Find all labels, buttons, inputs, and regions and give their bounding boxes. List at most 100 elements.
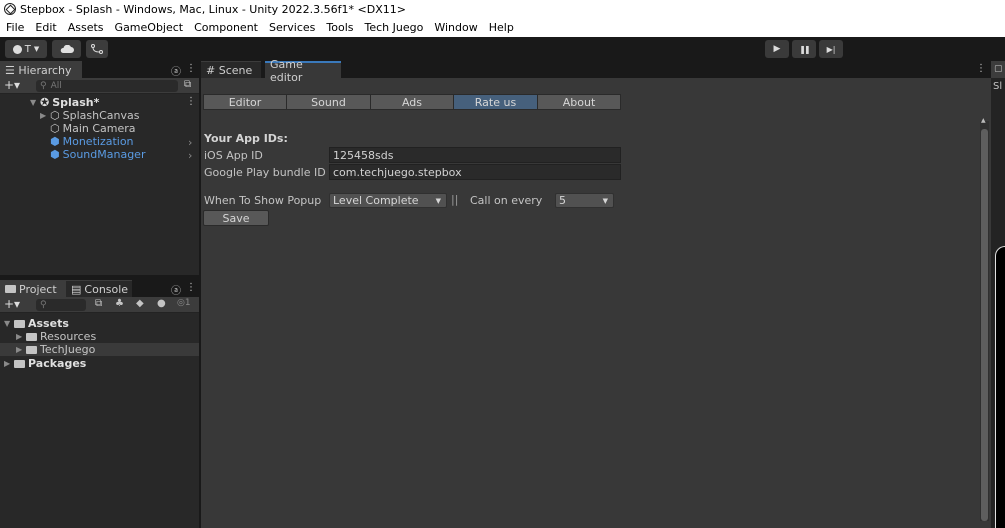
separator: || xyxy=(451,193,459,206)
account-label: T xyxy=(24,43,31,55)
menu-tech-juego[interactable]: Tech Juego xyxy=(365,21,424,34)
segment-editor-button[interactable]: Editor xyxy=(203,94,287,110)
folder-icon xyxy=(5,285,16,293)
google-play-bundle-id-value: com.techjuego.stepbox xyxy=(333,165,462,179)
tab-console[interactable]: ▤ Console xyxy=(66,280,132,297)
popup-timing-value: Level Complete xyxy=(333,194,419,207)
right-panel-edge: ▢ Sl xyxy=(991,61,1005,528)
tab-hierarchy[interactable]: ☰ Hierarchy xyxy=(0,61,82,78)
menu-bar: File Edit Assets GameObject Component Se… xyxy=(0,18,1005,37)
save-button[interactable]: Save xyxy=(203,210,269,226)
hierarchy-item-label: Main Camera xyxy=(62,122,136,135)
chevron-down-icon: ▼ xyxy=(33,45,40,53)
hierarchy-item-main-camera[interactable]: ⬡ Main Camera xyxy=(50,122,136,135)
google-play-bundle-id-field[interactable]: com.techjuego.stepbox xyxy=(329,164,621,180)
account-button[interactable]: T ▼ xyxy=(5,40,47,58)
filter-label-icon[interactable]: ♣ xyxy=(115,298,124,309)
popup-timing-dropdown[interactable]: Level Complete ▼ xyxy=(329,193,447,208)
hierarchy-item-label: SplashCanvas xyxy=(62,109,140,122)
hierarchy-item-soundmanager[interactable]: ⬢ SoundManager xyxy=(50,148,145,161)
more-options-icon[interactable]: ⋮ xyxy=(976,63,986,74)
step-button[interactable]: ▶| xyxy=(819,40,843,58)
segment-label: Ads xyxy=(401,95,423,109)
segment-sound-button[interactable]: Sound xyxy=(286,94,371,110)
menu-file[interactable]: File xyxy=(6,21,24,34)
project-toolbar: +▾ ⚲ ⧉ ♣ ◆ ● ◎1 xyxy=(0,297,199,313)
cloud-button[interactable] xyxy=(52,40,81,58)
expand-arrow-icon[interactable]: ▼ xyxy=(30,98,40,107)
ios-app-id-value: 125458sds xyxy=(333,148,394,162)
window-title: Stepbox - Splash - Windows, Mac, Linux -… xyxy=(20,2,406,16)
more-options-icon[interactable]: ⋮ xyxy=(186,63,196,74)
segment-ads-button[interactable]: Ads xyxy=(370,94,454,110)
cloud-icon xyxy=(60,44,74,53)
warning-icon[interactable]: ● xyxy=(157,298,166,309)
collapse-arrow-icon[interactable]: ▶ xyxy=(16,332,26,341)
scene-root-item[interactable]: ▼ ✪ Splash* xyxy=(30,96,99,109)
menu-window[interactable]: Window xyxy=(434,21,477,34)
prefab-cube-icon: ⬢ xyxy=(50,148,60,161)
folder-open-icon xyxy=(14,319,25,328)
editor-scrollbar[interactable]: ▲ xyxy=(980,117,989,521)
menu-help[interactable]: Help xyxy=(489,21,514,34)
project-item-label: Assets xyxy=(28,317,69,330)
pause-button[interactable]: ❚❚ xyxy=(792,40,816,58)
menu-gameobject[interactable]: GameObject xyxy=(115,21,184,34)
scene-options-icon[interactable]: ⋮ xyxy=(186,96,196,107)
tab-scene[interactable]: # Scene xyxy=(201,61,261,78)
ios-app-id-label: iOS App ID xyxy=(204,149,263,162)
filter-type-icon[interactable]: ⧉ xyxy=(95,298,102,309)
lock-icon[interactable]: ⓐ xyxy=(171,282,181,297)
collapse-arrow-icon[interactable]: ▶ xyxy=(40,111,50,120)
right-panel-tab[interactable]: ▢ xyxy=(991,61,1005,78)
hierarchy-item-label: SoundManager xyxy=(62,148,146,161)
tab-project[interactable]: Project xyxy=(0,280,66,297)
project-item-resources[interactable]: ▶ Resources xyxy=(16,330,96,343)
chevron-down-icon: ▼ xyxy=(435,196,441,205)
segment-rate-us-button[interactable]: Rate us xyxy=(453,94,538,110)
play-button[interactable]: ▶ xyxy=(765,40,789,58)
project-item-techjuego[interactable]: ▶ TechJuego xyxy=(0,343,199,356)
scene-visibility-icon[interactable]: ⧉ xyxy=(184,79,191,90)
project-item-assets[interactable]: ▼ Assets xyxy=(4,317,69,330)
hierarchy-search-input[interactable]: ⚲ All xyxy=(36,80,178,92)
add-icon[interactable]: +▾ xyxy=(4,78,20,92)
call-frequency-value: 5 xyxy=(559,194,566,207)
project-item-packages[interactable]: ▶ Packages xyxy=(4,357,86,370)
expand-arrow-icon[interactable]: ▼ xyxy=(4,319,14,328)
call-frequency-dropdown[interactable]: 5 ▼ xyxy=(555,193,614,208)
chevron-right-icon[interactable]: › xyxy=(188,136,192,149)
scroll-up-icon[interactable]: ▲ xyxy=(981,117,986,124)
segment-about-button[interactable]: About xyxy=(537,94,621,110)
more-options-icon[interactable]: ⋮ xyxy=(186,282,196,293)
project-search-input[interactable]: ⚲ xyxy=(36,299,86,311)
tab-game-editor[interactable]: Game editor xyxy=(265,58,341,84)
segment-label: Sound xyxy=(311,95,346,109)
hidden-count-icon[interactable]: ◎1 xyxy=(177,298,191,308)
project-item-label: Packages xyxy=(28,357,87,370)
menu-assets[interactable]: Assets xyxy=(68,21,104,34)
menu-component[interactable]: Component xyxy=(194,21,258,34)
folder-icon xyxy=(14,359,25,368)
hierarchy-item-monetization[interactable]: ⬢ Monetization xyxy=(50,135,134,148)
lock-icon[interactable]: ⓐ xyxy=(171,63,181,78)
segment-label: Rate us xyxy=(474,95,517,109)
add-icon[interactable]: +▾ xyxy=(4,297,20,311)
hierarchy-item-label: Monetization xyxy=(62,135,134,148)
hierarchy-item-splashcanvas[interactable]: ▶ ⬡ SplashCanvas xyxy=(40,109,139,122)
ios-app-id-field[interactable]: 125458sds xyxy=(329,147,621,163)
section-title: Your App IDs: xyxy=(204,132,288,145)
menu-tools[interactable]: Tools xyxy=(326,21,353,34)
scrollbar-thumb[interactable] xyxy=(981,129,988,521)
chevron-right-icon[interactable]: › xyxy=(188,149,192,162)
menu-edit[interactable]: Edit xyxy=(35,21,56,34)
console-icon: ▤ xyxy=(71,282,82,296)
step-icon: ▶| xyxy=(826,44,836,54)
gameobject-cube-icon: ⬡ xyxy=(50,109,60,122)
menu-services[interactable]: Services xyxy=(269,21,315,34)
tag-icon[interactable]: ◆ xyxy=(136,298,144,309)
unity-logo-icon xyxy=(4,3,16,15)
collab-button[interactable] xyxy=(86,40,108,58)
collapse-arrow-icon[interactable]: ▶ xyxy=(16,345,26,354)
collapse-arrow-icon[interactable]: ▶ xyxy=(4,359,14,368)
